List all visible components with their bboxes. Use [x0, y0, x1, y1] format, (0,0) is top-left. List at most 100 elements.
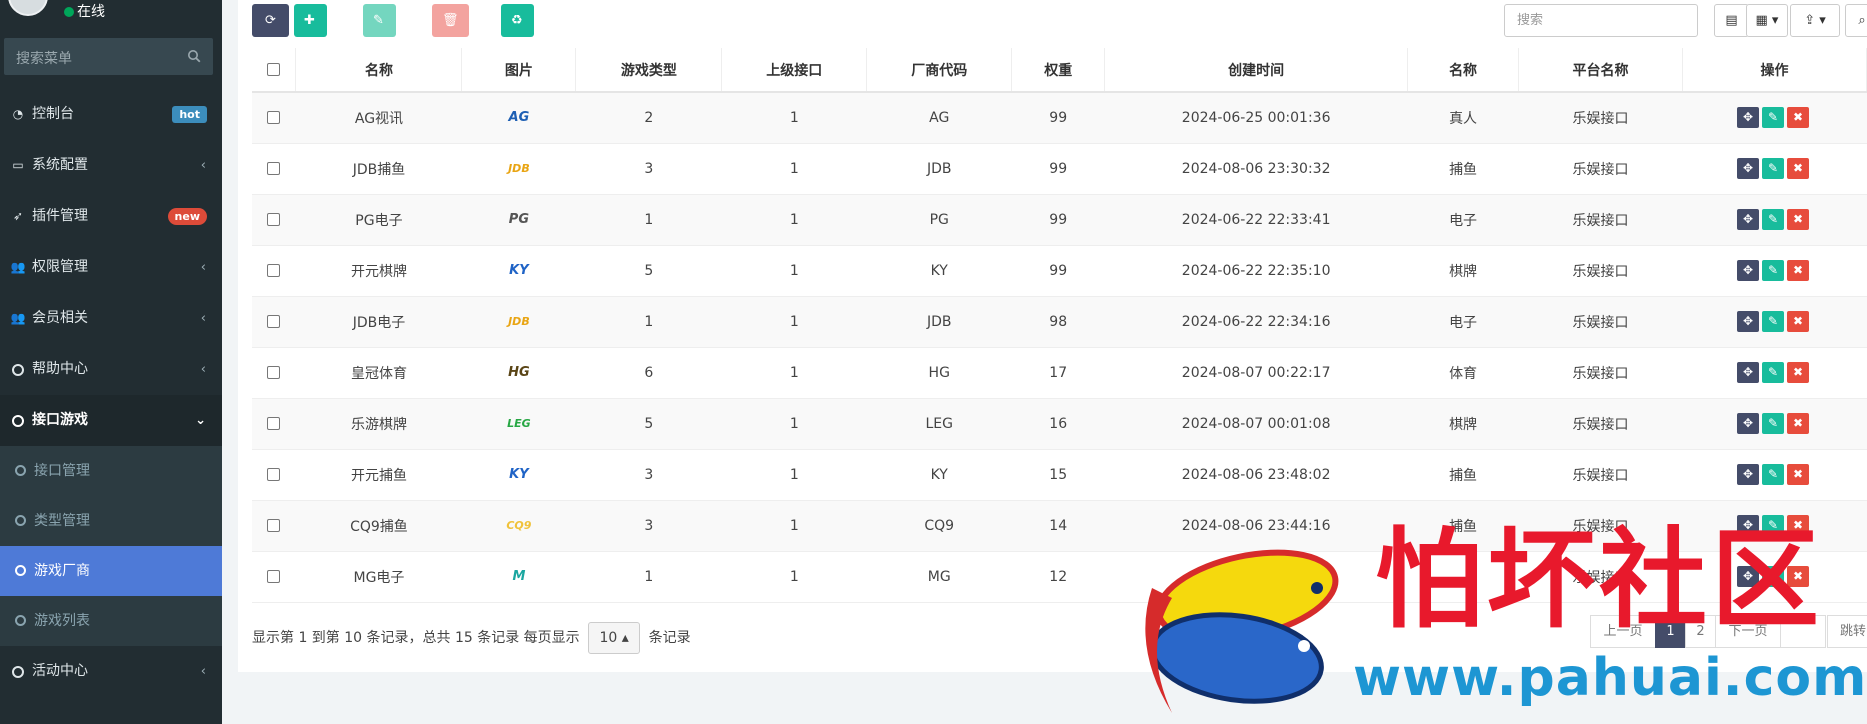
row-checkbox[interactable]: [267, 570, 281, 583]
table-row[interactable]: PG电子 PG 1 1 PG 99 2024-06-22 22:33:41 电子 乐娱接口 ✥ ✎ ✖: [252, 194, 1867, 246]
header-game-type[interactable]: 游戏类型: [575, 48, 723, 93]
row-checkbox[interactable]: [267, 264, 281, 277]
header-platform[interactable]: 平台名称: [1518, 48, 1683, 93]
avatar[interactable]: [8, 0, 48, 16]
table-row[interactable]: 皇冠体育 HG 6 1 HG 17 2024-08-07 00:22:17 体育 乐娱接口 ✥ ✎ ✖: [252, 347, 1867, 399]
export-button[interactable]: ⇪ ▾: [1790, 4, 1840, 37]
row-delete-button[interactable]: ✖: [1786, 311, 1809, 332]
row-edit-button[interactable]: ✎: [1761, 260, 1784, 281]
row-checkbox[interactable]: [267, 162, 281, 175]
row-checkbox[interactable]: [267, 315, 281, 328]
table-row[interactable]: AG视讯 AG 2 1 AG 99 2024-06-25 00:01:36 真人 乐娱接口 ✥ ✎ ✖: [252, 92, 1867, 144]
vendor-logo[interactable]: JDB: [503, 153, 534, 184]
row-checkbox[interactable]: [267, 111, 281, 125]
header-parent-interface[interactable]: 上级接口: [721, 48, 868, 93]
row-edit-button[interactable]: ✎: [1761, 413, 1784, 434]
row-delete-button[interactable]: ✖: [1786, 158, 1809, 179]
toggle-view-button[interactable]: ▤: [1714, 4, 1749, 37]
header-weight[interactable]: 权重: [1011, 48, 1106, 93]
move-button[interactable]: ✥: [1736, 311, 1759, 332]
row-checkbox[interactable]: [267, 213, 281, 226]
add-button[interactable]: ✚ 添加: [294, 4, 328, 94]
delete-button[interactable]: 🗑 删除: [432, 4, 469, 94]
page-size-select[interactable]: 10 ▴: [588, 622, 641, 654]
move-button[interactable]: ✥: [1736, 515, 1759, 536]
vendor-logo[interactable]: LEG: [503, 408, 534, 439]
next-page-button[interactable]: 下一页: [1715, 615, 1781, 648]
vendor-logo[interactable]: CQ9: [503, 510, 534, 541]
submenu-item-game-list[interactable]: 游戏列表: [0, 596, 222, 646]
table-row[interactable]: MG电子 M 1 1 MG 12 乐娱接口 ✥ ✎ ✖: [252, 551, 1867, 603]
move-button[interactable]: ✥: [1736, 413, 1759, 434]
row-delete-button[interactable]: ✖: [1786, 362, 1809, 383]
vendor-logo[interactable]: HG: [503, 357, 534, 388]
row-checkbox[interactable]: [267, 519, 281, 532]
vendor-logo[interactable]: PG: [503, 204, 534, 235]
row-edit-button[interactable]: ✎: [1761, 566, 1784, 587]
row-delete-button[interactable]: ✖: [1786, 209, 1809, 230]
row-edit-button[interactable]: ✎: [1761, 515, 1784, 536]
search-icon[interactable]: [187, 49, 201, 63]
refresh-button[interactable]: ⟳: [252, 4, 289, 37]
sidebar-item-dashboard[interactable]: ◔ 控制台 hot: [0, 89, 222, 140]
header-image[interactable]: 图片: [461, 48, 577, 93]
header-name[interactable]: 名称: [295, 48, 463, 93]
submenu-item-type-manage[interactable]: 类型管理: [0, 496, 222, 546]
table-row[interactable]: 乐游棋牌 LEG 5 1 LEG 16 2024-08-07 00:01:08 棋牌 乐娱接口 ✥…: [252, 398, 1867, 450]
header-vendor-code[interactable]: 厂商代码: [866, 48, 1013, 93]
jump-page-input[interactable]: [1780, 615, 1826, 648]
row-edit-button[interactable]: ✎: [1761, 362, 1784, 383]
sidebar-item-interface-games[interactable]: 接口游戏 ⌄: [0, 395, 222, 446]
page-1-button[interactable]: 1: [1655, 615, 1686, 648]
vendor-logo[interactable]: AG: [503, 102, 534, 133]
sidebar-item-activities[interactable]: 活动中心 ‹: [0, 646, 222, 697]
move-button[interactable]: ✥: [1736, 209, 1759, 230]
advanced-search-button[interactable]: ⌕: [1845, 4, 1867, 37]
move-button[interactable]: ✥: [1736, 260, 1759, 281]
row-edit-button[interactable]: ✎: [1761, 209, 1784, 230]
row-edit-button[interactable]: ✎: [1761, 107, 1784, 129]
row-delete-button[interactable]: ✖: [1786, 515, 1809, 536]
edit-button[interactable]: ✎ 编辑: [363, 4, 397, 94]
vendor-logo[interactable]: KY: [503, 255, 534, 286]
row-delete-button[interactable]: ✖: [1786, 464, 1809, 485]
row-delete-button[interactable]: ✖: [1786, 566, 1809, 587]
sidebar-item-system-config[interactable]: ▭ 系统配置 ‹: [0, 140, 222, 191]
move-button[interactable]: ✥: [1736, 566, 1759, 587]
sidebar-item-help[interactable]: 帮助中心 ‹: [0, 344, 222, 395]
move-button[interactable]: ✥: [1736, 464, 1759, 485]
table-row[interactable]: CQ9捕鱼 CQ9 3 1 CQ9 14 2024-08-06 23:44:16 捕鱼 乐娱接口…: [252, 500, 1867, 552]
page-2-button[interactable]: 2: [1685, 615, 1716, 648]
submenu-item-game-vendors[interactable]: 游戏厂商: [0, 546, 222, 596]
table-row[interactable]: JDB捕鱼 JDB 3 1 JDB 99 2024-08-06 23:30:32 捕鱼 乐娱接口…: [252, 143, 1867, 195]
row-edit-button[interactable]: ✎: [1761, 311, 1784, 332]
row-checkbox[interactable]: [267, 417, 281, 430]
row-edit-button[interactable]: ✎: [1761, 158, 1784, 179]
table-search-input[interactable]: 搜索: [1504, 4, 1698, 37]
prev-page-button[interactable]: 上一页: [1590, 615, 1656, 648]
row-delete-button[interactable]: ✖: [1786, 413, 1809, 434]
vendor-logo[interactable]: JDB: [503, 306, 534, 337]
table-row[interactable]: 开元捕鱼 KY 3 1 KY 15 2024-08-06 23:48:02 捕鱼 乐娱接口 ✥ ✎ ✖: [252, 449, 1867, 501]
vendor-logo[interactable]: M: [503, 561, 534, 592]
header-category[interactable]: 名称: [1407, 48, 1520, 93]
menu-search-input[interactable]: 搜索菜单: [4, 38, 213, 75]
table-row[interactable]: JDB电子 JDB 1 1 JDB 98 2024-06-22 22:34:16 电子 乐娱接口…: [252, 296, 1867, 348]
sidebar-item-permissions[interactable]: 👥 权限管理 ‹: [0, 242, 222, 293]
row-checkbox[interactable]: [267, 366, 281, 379]
table-row[interactable]: 开元棋牌 KY 5 1 KY 99 2024-06-22 22:35:10 棋牌 乐娱接口 ✥ ✎ ✖: [252, 245, 1867, 297]
row-delete-button[interactable]: ✖: [1786, 260, 1809, 281]
vendor-logo[interactable]: KY: [503, 459, 534, 490]
header-created-time[interactable]: 创建时间: [1104, 48, 1409, 93]
row-edit-button[interactable]: ✎: [1761, 464, 1784, 485]
sidebar-item-members[interactable]: 👥 会员相关 ‹: [0, 293, 222, 344]
jump-button[interactable]: 跳转: [1827, 615, 1867, 648]
move-button[interactable]: ✥: [1736, 107, 1759, 129]
select-all-checkbox[interactable]: [267, 63, 281, 76]
submenu-item-interface-manage[interactable]: 接口管理: [0, 446, 222, 496]
move-button[interactable]: ✥: [1736, 362, 1759, 383]
move-button[interactable]: ✥: [1736, 158, 1759, 179]
sidebar-item-plugins[interactable]: ➶ 插件管理 new: [0, 191, 222, 242]
row-delete-button[interactable]: ✖: [1786, 107, 1809, 129]
row-checkbox[interactable]: [267, 468, 281, 481]
